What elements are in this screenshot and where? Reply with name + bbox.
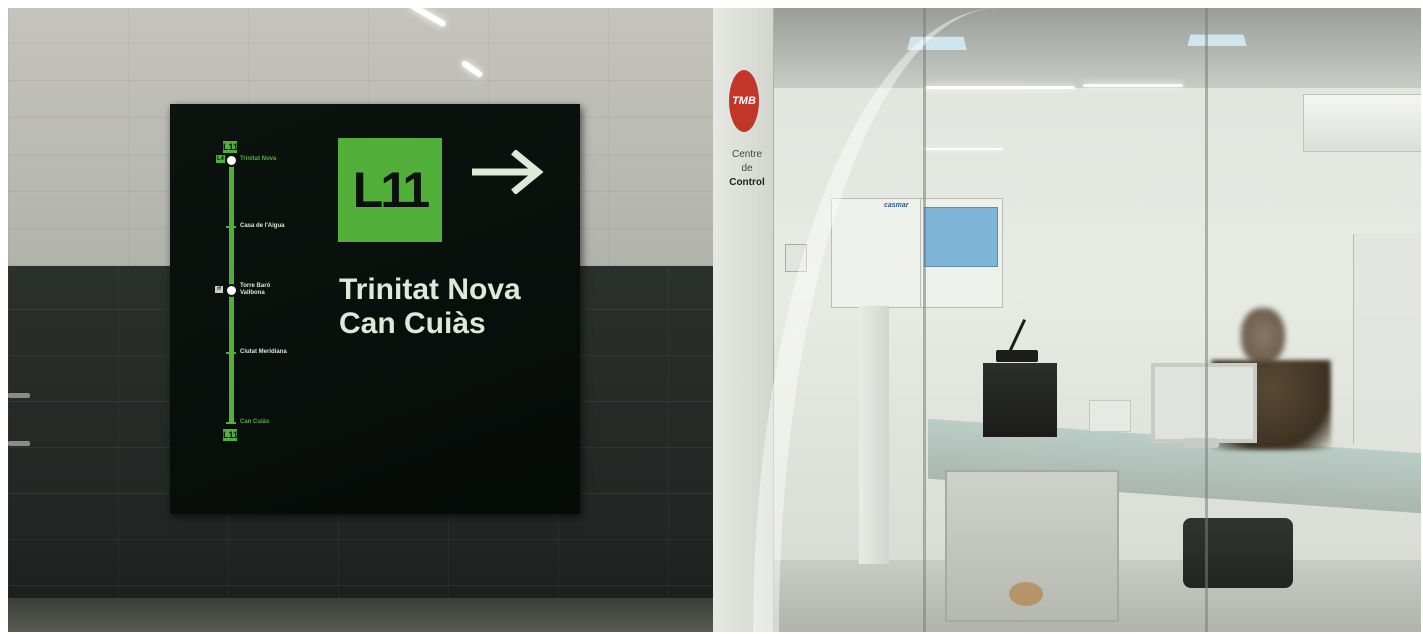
ceiling-spotlight — [1187, 34, 1247, 46]
tmb-logo: TMB — [729, 70, 759, 132]
microphone-base — [996, 350, 1038, 362]
station-label: Trinitat Nova — [240, 156, 277, 162]
label-line2-bold: Control — [729, 177, 765, 188]
line-badge-bottom: L11 — [223, 429, 239, 441]
wayfinding-sign: L11 L4 Trinitat Nova Casa de l'Aigua rf … — [170, 104, 580, 514]
air-conditioner — [1303, 94, 1421, 152]
tmb-logo-reflection — [1009, 582, 1043, 606]
ceiling-light — [1083, 84, 1183, 87]
line-badge-top: L11 — [223, 141, 239, 153]
station-marker — [226, 226, 236, 228]
label-line1: Centre — [731, 149, 762, 160]
label-line2-prefix: de — [741, 163, 753, 174]
destination-name: Trinitat Nova — [339, 273, 521, 306]
station-label: Can Cuiàs — [240, 419, 270, 425]
station-label: Ciutat Meridiana — [240, 349, 287, 355]
interchange-badge: L4 — [216, 155, 225, 163]
arrow-right-icon — [472, 150, 544, 194]
person-head — [1241, 308, 1285, 364]
destination-name: Can Cuiàs — [339, 307, 486, 340]
line-badge-large-text: L11 — [352, 162, 430, 218]
glass-curve-decoration — [753, 8, 999, 632]
glass-partition — [1353, 234, 1421, 444]
station-marker — [226, 422, 236, 424]
desk-phone — [1089, 400, 1131, 432]
glass-frame — [1205, 8, 1208, 632]
station-label: Casa de l'Aigua — [240, 223, 285, 229]
monitor-stand — [1183, 438, 1219, 448]
microphone-icon — [1008, 318, 1027, 352]
station-marker-interchange — [225, 154, 238, 167]
door-handle — [8, 393, 30, 398]
station-marker-interchange — [225, 284, 238, 297]
control-centre-label: Centre de Control — [725, 148, 769, 190]
line-badge-large: L11 — [338, 138, 442, 242]
door-handle — [8, 441, 30, 446]
station-label: Torre Baró Vallbona — [240, 283, 271, 296]
station-floor — [8, 598, 713, 632]
control-room: casmar TMB Centre de Control — [713, 8, 1421, 632]
rail-connection-badge: rf — [215, 286, 223, 293]
photograph: L11 L4 Trinitat Nova Casa de l'Aigua rf … — [8, 8, 1421, 632]
office-chair — [1183, 518, 1293, 588]
computer-monitor — [1151, 363, 1257, 443]
room-ceiling — [713, 8, 1421, 88]
station-marker — [226, 352, 236, 354]
